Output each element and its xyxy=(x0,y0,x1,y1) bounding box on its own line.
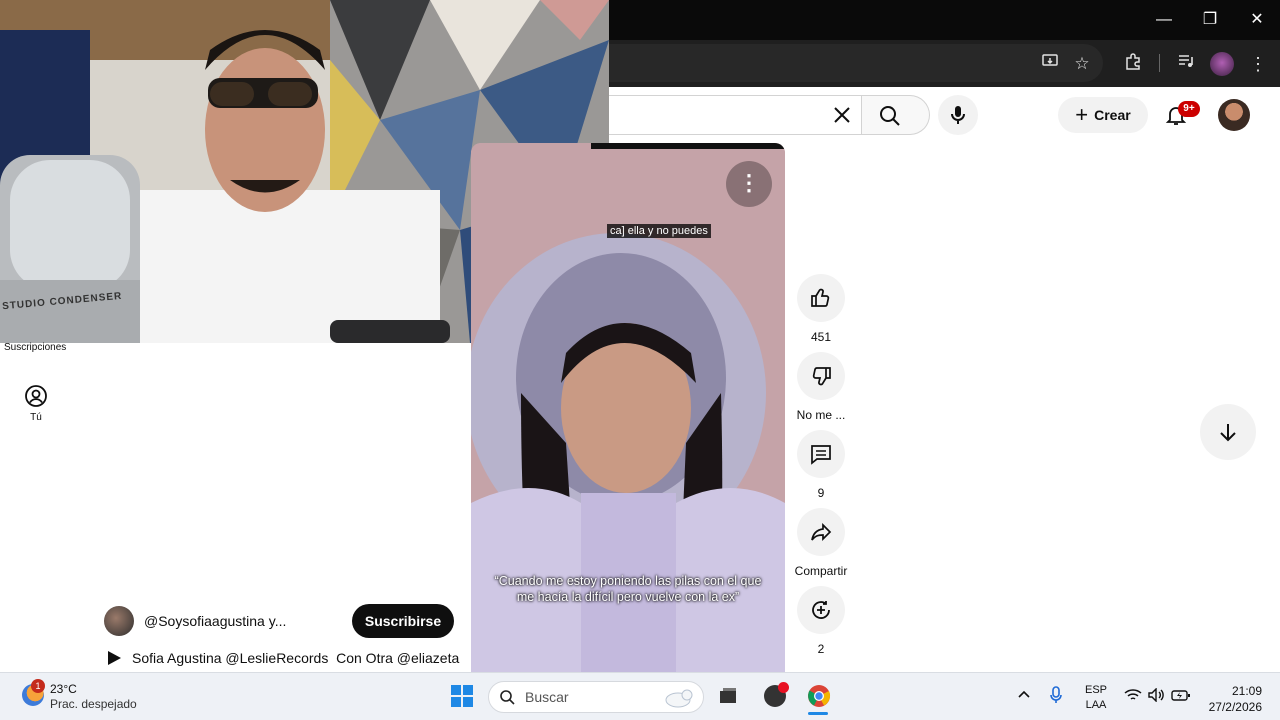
comment-icon xyxy=(811,445,831,465)
bookmark-star-icon[interactable]: ☆ xyxy=(1070,52,1094,76)
next-short-button[interactable] xyxy=(1200,404,1256,460)
browser-titlebar xyxy=(609,0,1280,40)
sidebar-item-you[interactable]: Tú xyxy=(16,384,56,434)
caption-top: ca] ella y no puedes xyxy=(607,224,711,238)
chrome-icon[interactable] xyxy=(807,684,831,708)
profile-icon[interactable] xyxy=(1210,52,1234,76)
comment-count: 9 xyxy=(817,486,825,500)
polar-bear-icon xyxy=(665,689,693,708)
windows-start-icon[interactable] xyxy=(450,684,474,708)
install-app-icon[interactable] xyxy=(1038,52,1062,76)
music-credit-row[interactable]: Sofia Agustina @LeslieRecords Con Otra @… xyxy=(106,650,459,666)
battery-icon[interactable] xyxy=(1171,688,1191,705)
share-icon xyxy=(811,522,832,542)
wifi-icon[interactable] xyxy=(1124,688,1142,705)
toolbar-divider xyxy=(1159,54,1160,72)
media-control-icon[interactable] xyxy=(1174,52,1198,76)
sidebar-item-subscriptions[interactable]: Suscripciones xyxy=(4,342,66,353)
clock-time: 21:09 xyxy=(1231,684,1262,698)
subscribe-button[interactable]: Suscribirse xyxy=(352,604,454,638)
address-bar[interactable] xyxy=(609,44,1103,82)
play-icon xyxy=(108,651,121,665)
task-view-icon[interactable] xyxy=(718,686,738,706)
weather-badge: 1 xyxy=(31,679,45,693)
language-top: ESP xyxy=(1085,684,1108,696)
remix-icon xyxy=(812,601,830,619)
clock-date: 27/2/2026 xyxy=(1208,700,1262,714)
caption-bottom: “Cuando me estoy poniendo las pilas con … xyxy=(494,574,762,604)
minimize-button[interactable]: — xyxy=(1152,8,1176,32)
share-button[interactable] xyxy=(797,508,845,556)
remix-action: 2 xyxy=(796,586,846,656)
search-icon xyxy=(500,690,515,705)
microphone-icon[interactable] xyxy=(1049,686,1063,707)
channel-row: @Soysofiaagustina y... Suscribirse xyxy=(104,604,458,638)
dislike-button[interactable] xyxy=(797,352,845,400)
create-label: Crear xyxy=(1094,107,1131,123)
weather-temperature[interactable]: 23°C xyxy=(50,682,77,696)
language-bottom: LAA xyxy=(1085,699,1107,711)
create-button[interactable]: + Crear xyxy=(1058,97,1148,133)
menu-dots-icon[interactable]: ⋮ xyxy=(1246,52,1270,76)
clear-search-icon[interactable] xyxy=(830,103,854,127)
channel-avatar[interactable] xyxy=(104,606,134,636)
like-action: 451 xyxy=(796,274,846,344)
like-count: 451 xyxy=(810,330,832,344)
thumbs-up-icon xyxy=(811,288,830,307)
taskbar-search-placeholder: Buscar xyxy=(525,689,569,705)
like-button[interactable] xyxy=(797,274,845,322)
volume-icon[interactable] xyxy=(1148,687,1166,705)
short-more-options-button[interactable]: ⋮ xyxy=(726,161,772,207)
channel-name[interactable]: @Soysofiaagustina y... xyxy=(144,613,286,629)
account-avatar[interactable] xyxy=(1218,99,1250,131)
microphone-icon xyxy=(951,106,965,124)
comments-button[interactable] xyxy=(797,430,845,478)
share-action: Compartir xyxy=(790,508,852,578)
restore-button[interactable]: ❐ xyxy=(1198,8,1222,32)
chevron-up-icon[interactable] xyxy=(1017,688,1031,702)
music-credit: Sofia Agustina @LeslieRecords Con Otra @… xyxy=(132,650,460,666)
user-circle-icon xyxy=(25,385,47,407)
taskbar-search-input[interactable]: Buscar xyxy=(488,681,704,713)
search-button[interactable] xyxy=(862,95,930,135)
thumbs-down-icon xyxy=(812,367,831,386)
extensions-icon[interactable] xyxy=(1121,52,1145,76)
dislike-action: No me ... xyxy=(796,352,846,422)
voice-search-button[interactable] xyxy=(938,95,978,135)
language-indicator[interactable]: ESP LAA xyxy=(1085,683,1107,713)
share-label: Compartir xyxy=(794,564,848,578)
weather-condition[interactable]: Prac. despejado xyxy=(50,697,137,711)
comments-action: 9 xyxy=(796,430,846,500)
dislike-label: No me ... xyxy=(796,408,846,422)
app-icon[interactable] xyxy=(764,682,789,707)
remix-count: 2 xyxy=(817,642,825,656)
notifications-badge: 9+ xyxy=(1178,101,1200,117)
remix-button[interactable] xyxy=(797,586,845,634)
sidebar-item-label: Tú xyxy=(30,412,42,423)
plus-icon: + xyxy=(1075,102,1089,127)
search-icon xyxy=(880,106,900,126)
clock[interactable]: 21:09 27/2/2026 xyxy=(1204,683,1262,715)
chrome-active-indicator xyxy=(808,712,828,715)
arrow-down-icon xyxy=(1220,424,1236,442)
search-input[interactable] xyxy=(609,95,862,135)
close-window-button[interactable]: ✕ xyxy=(1245,8,1269,32)
